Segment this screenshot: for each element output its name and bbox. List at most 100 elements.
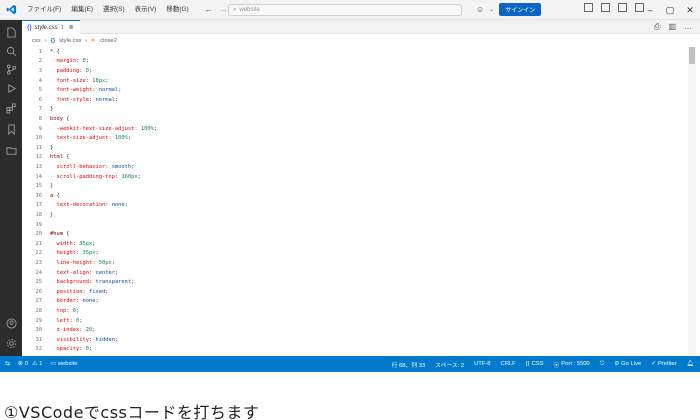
- code-line[interactable]: 3 ··padding: 0;: [22, 66, 92, 76]
- indentation[interactable]: スペース: 2: [435, 360, 464, 369]
- toggle-panel-icon[interactable]: [601, 3, 610, 12]
- menu-go[interactable]: 移動(G): [161, 0, 193, 20]
- breadcrumb-folder[interactable]: css: [32, 38, 41, 44]
- code-token: text-size-adjust: [56, 135, 109, 142]
- code-token: ;: [153, 125, 158, 132]
- account-icon[interactable]: [5, 317, 17, 329]
- code-token: background: [56, 279, 89, 286]
- source-control-icon[interactable]: [5, 63, 17, 75]
- code-line[interactable]: 6 ··font-style: normal;: [22, 95, 118, 105]
- code-line[interactable]: 32 ··opacity: 0;: [22, 345, 93, 355]
- copilot-icon[interactable]: ☺: [476, 5, 484, 14]
- scrollbar-thumb[interactable]: [689, 47, 695, 64]
- tab-close-icon[interactable]: ⊗: [69, 24, 74, 31]
- folder-indicator[interactable]: ▭ website: [50, 361, 77, 367]
- notifications-bell-icon[interactable]: 🔔︎: [687, 361, 694, 367]
- end-of-line[interactable]: CRLF: [501, 361, 516, 367]
- line-number: 5: [38, 87, 42, 94]
- code-line[interactable]: 17 ··text-decoration: none;: [22, 201, 128, 211]
- code-line[interactable]: 18}: [22, 210, 54, 220]
- code-line[interactable]: 12 html {: [22, 153, 70, 163]
- code-line[interactable]: 9 ··-webkit-text-size-adjust: 100%;: [22, 124, 157, 134]
- code-line[interactable]: 31 ··visibility: hidden;: [22, 335, 119, 345]
- code-line[interactable]: 29 ··left: 0;: [22, 316, 83, 326]
- code-line[interactable]: 19: [22, 220, 50, 230]
- code-token: ;: [88, 346, 93, 353]
- code-token: opacity: [56, 346, 80, 353]
- tab-style-css[interactable]: {} style.css 1 ⊗: [22, 20, 80, 34]
- code-token: smooth: [111, 163, 132, 170]
- code-line[interactable]: 13 ··scroll-behavior: smooth;: [22, 162, 135, 172]
- line-number: 12: [35, 154, 43, 161]
- menu-file[interactable]: ファイル(F): [22, 0, 66, 20]
- code-line[interactable]: 22 ··height: 35px;: [22, 249, 99, 259]
- code-line[interactable]: 7}: [22, 105, 54, 115]
- code-line[interactable]: 16 a {: [22, 191, 60, 201]
- extensions-icon[interactable]: [5, 102, 17, 114]
- code-line[interactable]: 15}: [22, 181, 54, 191]
- code-line[interactable]: 4 ··font-size: 18px;: [22, 76, 109, 86]
- code-line[interactable]: 27 ··border: none;: [22, 297, 99, 307]
- split-editor-icon[interactable]: ▥: [668, 22, 676, 32]
- language-mode[interactable]: {} CSS: [526, 361, 544, 367]
- code-line[interactable]: 21 ··width: 35px;: [22, 239, 96, 249]
- go-live-label: Go Live: [621, 361, 642, 367]
- code-token: {: [66, 115, 70, 122]
- code-editor[interactable]: 1 * {2 ··margin: 0; 3 ··padding: 0; 4 ··font-s…: [22, 47, 692, 356]
- line-number: 19: [35, 221, 43, 228]
- chevron-down-icon[interactable]: ⌄: [489, 6, 494, 13]
- code-line[interactable]: 20 #hum {: [22, 229, 70, 239]
- code-line[interactable]: 11}: [22, 143, 54, 153]
- menu-selection[interactable]: 選択(S): [98, 0, 130, 20]
- code-line[interactable]: 1 * {: [22, 47, 60, 57]
- code-line[interactable]: 5 ··font-weight: normal;: [22, 85, 122, 95]
- line-number: 4: [38, 77, 42, 84]
- prettier-button[interactable]: ✓ Prettier: [651, 361, 677, 367]
- run-debug-icon[interactable]: [5, 82, 17, 94]
- maximize-icon[interactable]: ▢: [660, 0, 680, 20]
- code-token: normal: [98, 87, 119, 94]
- code-line[interactable]: 24 ··text-align: center;: [22, 268, 119, 278]
- breadcrumb-symbol[interactable]: .close2: [99, 38, 117, 44]
- menu-edit[interactable]: 編集(E): [66, 0, 98, 20]
- breadcrumb-file[interactable]: style.css: [59, 38, 81, 44]
- more-actions-icon[interactable]: …: [684, 22, 692, 32]
- print-icon[interactable]: ⎙: [654, 22, 660, 32]
- code-token: font-weight: [56, 87, 93, 94]
- signin-button[interactable]: サインイン: [499, 3, 542, 16]
- toggle-secondary-sidebar-icon[interactable]: [618, 3, 627, 12]
- code-line[interactable]: 28 ··top: 0;: [22, 306, 80, 316]
- back-arrow-icon[interactable]: ←: [204, 4, 213, 14]
- close-icon[interactable]: ✕: [680, 0, 700, 20]
- live-server-port[interactable]: ⦿ Port : 5500: [553, 360, 589, 369]
- encoding[interactable]: UTF-8: [474, 361, 490, 367]
- explorer-icon[interactable]: [5, 26, 17, 38]
- problems-indicator[interactable]: ⊗ 0 ⚠ 1: [18, 361, 43, 367]
- code-line[interactable]: 30 ··z-index: 20;: [22, 325, 96, 335]
- code-token: ;: [114, 336, 119, 343]
- code-line[interactable]: 26 ··position: fixed;: [22, 287, 109, 297]
- code-line[interactable]: 10 ··text-size-adjust: 100%;: [22, 133, 132, 143]
- code-token: 35px: [79, 240, 93, 247]
- code-line[interactable]: 14 ··scroll-padding-top: 160px;: [22, 172, 141, 182]
- code-line[interactable]: 8 body {: [22, 114, 70, 124]
- forward-arrow-icon[interactable]: →: [219, 4, 228, 14]
- nav-arrows: ← →: [204, 4, 228, 14]
- code-line[interactable]: 2 ··margin: 0;: [22, 57, 89, 67]
- folder-icon[interactable]: [5, 144, 17, 156]
- bookmark-icon[interactable]: [5, 123, 17, 135]
- vertical-scrollbar[interactable]: [688, 47, 696, 356]
- toggle-sidebar-icon[interactable]: [584, 3, 593, 12]
- remote-icon[interactable]: ⇆: [5, 361, 10, 367]
- command-center-search[interactable]: ⌕ website: [228, 4, 462, 16]
- cursor-position[interactable]: 行 68、列 33: [392, 360, 426, 369]
- settings-gear-icon[interactable]: [5, 337, 17, 349]
- code-line[interactable]: 23 ··line-height: 50px;: [22, 258, 115, 268]
- feedback-icon[interactable]: ⎋: [600, 361, 605, 368]
- minimize-icon[interactable]: –: [640, 0, 660, 20]
- code-token: ;: [92, 327, 96, 334]
- code-line[interactable]: 25 ··background: transparent;: [22, 277, 135, 287]
- search-icon[interactable]: [5, 45, 17, 57]
- go-live-button[interactable]: ⊘ Go Live: [614, 361, 641, 367]
- menu-view[interactable]: 表示(V): [130, 0, 162, 20]
